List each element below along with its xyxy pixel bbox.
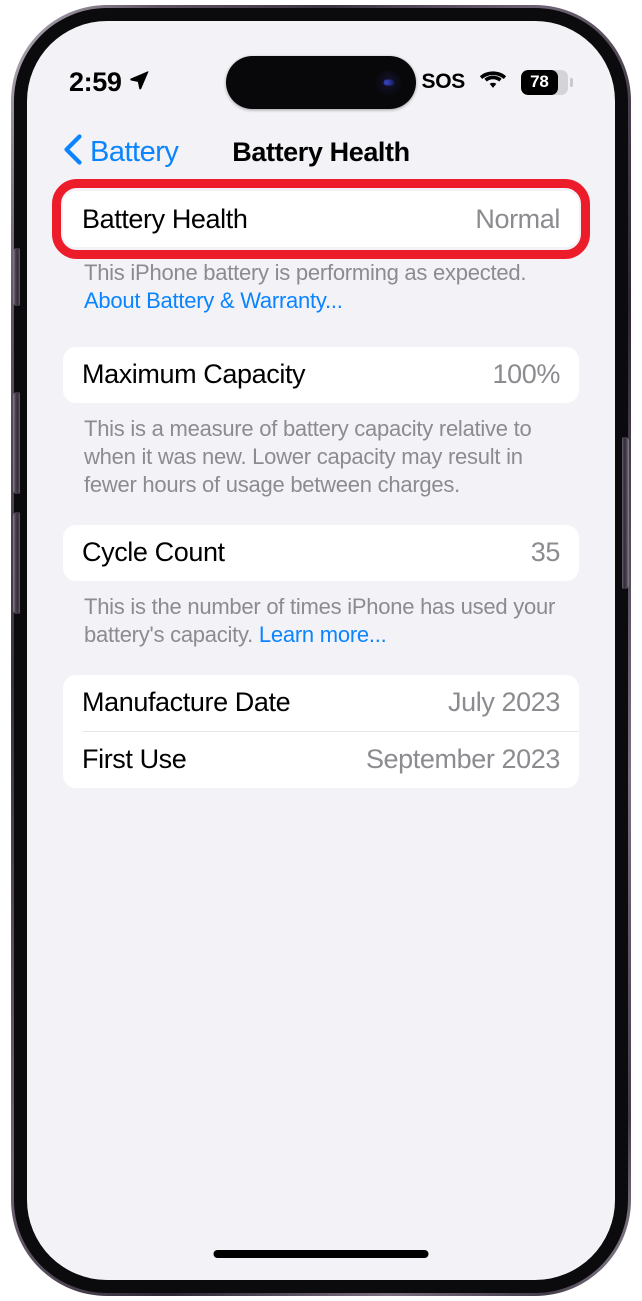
row-value: 35	[530, 537, 561, 568]
home-indicator[interactable]	[213, 1250, 429, 1258]
back-button[interactable]: Battery	[63, 134, 179, 170]
sos-indicator: SOS	[421, 70, 466, 93]
status-bar-left: 2:59	[69, 67, 150, 98]
settings-group-dates: Manufacture Date July 2023 First Use Sep…	[63, 674, 579, 788]
power-button[interactable]	[622, 437, 629, 589]
row-maximum-capacity[interactable]: Maximum Capacity 100%	[63, 347, 579, 403]
row-label: Manufacture Date	[82, 687, 291, 718]
battery-icon: 78	[521, 69, 573, 95]
action-button[interactable]	[13, 248, 20, 306]
status-bar-right: SOS 78	[422, 69, 573, 96]
back-button-label: Battery	[90, 135, 179, 168]
wifi-icon	[478, 69, 508, 96]
phone-screen: 2:59 SOS 78 Battery Battery Health Batte…	[27, 21, 615, 1280]
settings-group-maximum-capacity: Maximum Capacity 100%	[63, 346, 579, 403]
status-bar-time: 2:59	[69, 66, 122, 97]
row-label: Maximum Capacity	[82, 359, 306, 390]
row-value: Normal	[475, 203, 560, 234]
chevron-left-icon	[63, 134, 82, 170]
phone-frame: 2:59 SOS 78 Battery Battery Health Batte…	[11, 5, 631, 1296]
row-label: First Use	[82, 744, 187, 775]
battery-percent-label: 78	[530, 72, 549, 91]
row-label: Battery Health	[82, 203, 248, 234]
settings-list: Battery Health Normal This iPhone batter…	[27, 179, 615, 788]
row-cycle-count[interactable]: Cycle Count 35	[63, 525, 579, 581]
front-camera-icon	[376, 70, 401, 95]
volume-up-button[interactable]	[13, 392, 20, 494]
battery-nub	[570, 77, 573, 87]
settings-group-battery-health: Battery Health Normal	[52, 179, 590, 259]
navigation-bar: Battery Battery Health	[27, 121, 615, 183]
learn-more-link[interactable]: Learn more...	[259, 622, 387, 647]
footer-battery-health: This iPhone battery is performing as exp…	[63, 247, 579, 315]
footer-text: This is a measure of battery capacity re…	[84, 415, 532, 497]
row-value: September 2023	[365, 744, 560, 775]
row-battery-health[interactable]: Battery Health Normal	[63, 191, 579, 247]
footer-text: This iPhone battery is performing as exp…	[84, 260, 527, 285]
footer-maximum-capacity: This is a measure of battery capacity re…	[63, 403, 579, 499]
about-battery-warranty-link[interactable]: About Battery & Warranty...	[84, 288, 343, 313]
row-value: 100%	[492, 359, 561, 390]
phone-bezel: 2:59 SOS 78 Battery Battery Health Batte…	[14, 8, 628, 1293]
dynamic-island	[226, 56, 416, 109]
row-manufacture-date[interactable]: Manufacture Date July 2023	[63, 675, 579, 731]
row-first-use[interactable]: First Use September 2023	[63, 732, 579, 788]
row-label: Cycle Count	[82, 537, 225, 568]
footer-cycle-count: This is the number of times iPhone has u…	[63, 581, 579, 649]
location-arrow-icon	[128, 69, 150, 96]
settings-group-cycle-count: Cycle Count 35	[63, 524, 579, 581]
settings-card: Battery Health Normal	[63, 191, 579, 247]
volume-down-button[interactable]	[13, 512, 20, 614]
battery-shell: 78	[521, 69, 568, 95]
row-value: July 2023	[448, 687, 560, 718]
